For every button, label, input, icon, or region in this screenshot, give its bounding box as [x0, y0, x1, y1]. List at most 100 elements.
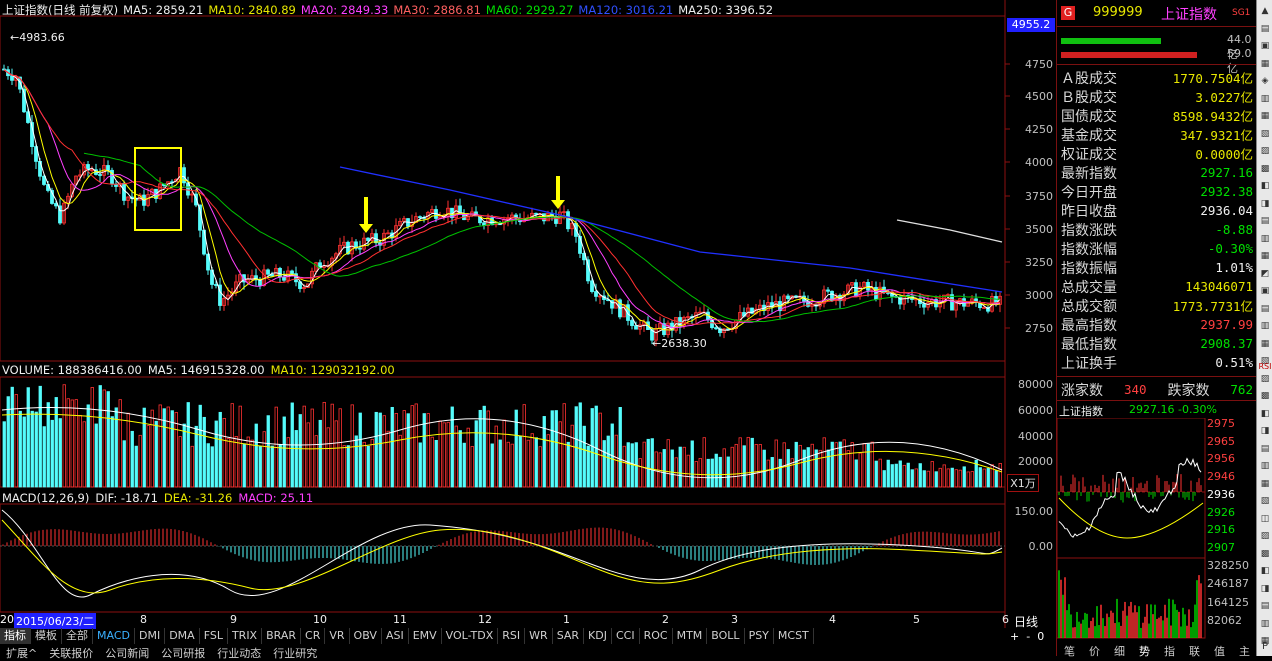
- toolbar-icon[interactable]: ▨: [1258, 529, 1272, 543]
- toolbar-icon[interactable]: ▩: [1258, 389, 1272, 403]
- mini-tab[interactable]: 细: [1107, 643, 1132, 658]
- zoom-zero[interactable]: 0: [1037, 630, 1044, 643]
- intraday-vol-tick: 82062: [1207, 614, 1242, 627]
- toolbar-icon[interactable]: ▤: [1258, 214, 1272, 228]
- tab-emv[interactable]: EMV: [409, 628, 442, 644]
- zoom-minus[interactable]: -: [1026, 630, 1030, 643]
- toolbar-icon[interactable]: ◨: [1258, 197, 1272, 211]
- intraday-tick: 2956: [1207, 452, 1235, 465]
- tab-mcst[interactable]: MCST: [774, 628, 814, 644]
- tab-mtm[interactable]: MTM: [673, 628, 708, 644]
- bottom-tab[interactable]: 公司新闻: [99, 645, 155, 660]
- tab-sar[interactable]: SAR: [553, 628, 585, 644]
- quote-value: 1770.7504亿: [1172, 71, 1253, 86]
- bottom-tab[interactable]: 行业动态: [211, 645, 267, 660]
- mini-tab[interactable]: 值: [1207, 643, 1232, 658]
- quote-value: 0.51%: [1215, 355, 1253, 370]
- quote-panel: G 999999 上证指数 SG1 44.0亿 59.0亿 Ａ股成交 1770.7…: [1056, 0, 1257, 658]
- toolbar-icon[interactable]: ◧: [1258, 564, 1272, 578]
- tab-brar[interactable]: BRAR: [262, 628, 302, 644]
- toolbar-icon[interactable]: ▥: [1258, 232, 1272, 246]
- zoom-plus[interactable]: +: [1010, 630, 1019, 643]
- quote-label: 最新指数: [1061, 165, 1117, 182]
- quote-row: 上证换手 0.51%: [1061, 353, 1253, 372]
- toolbar-icon[interactable]: ▦: [1258, 477, 1272, 491]
- toolbar-icon[interactable]: ▥: [1258, 459, 1272, 473]
- toolbar-label[interactable]: P: [1258, 640, 1272, 654]
- tab-cr[interactable]: CR: [301, 628, 326, 644]
- tab-roc[interactable]: ROC: [640, 628, 673, 644]
- quote-value: 2908.37: [1200, 336, 1253, 351]
- tab-dmi[interactable]: DMI: [135, 628, 166, 644]
- macd-dea: DEA: -31.26: [163, 491, 233, 505]
- bottom-tab[interactable]: 关联报价: [43, 645, 99, 660]
- toolbar-icon[interactable]: ◈: [1258, 74, 1272, 88]
- toolbar-icon[interactable]: ◧: [1258, 407, 1272, 421]
- tab-kdj[interactable]: KDJ: [584, 628, 612, 644]
- tab-cci[interactable]: CCI: [612, 628, 640, 644]
- sell-bar: [1061, 52, 1197, 58]
- tab-psy[interactable]: PSY: [745, 628, 774, 644]
- mini-tab[interactable]: 联: [1182, 643, 1207, 658]
- tab-全部[interactable]: 全部: [62, 628, 93, 644]
- tab-asi[interactable]: ASI: [382, 628, 409, 644]
- mini-tab[interactable]: 指: [1157, 643, 1182, 658]
- bottom-tab[interactable]: 公司研报: [155, 645, 211, 660]
- toolbar-label[interactable]: RSI: [1258, 360, 1272, 374]
- tab-trix[interactable]: TRIX: [228, 628, 263, 644]
- quote-value: 2937.99: [1200, 317, 1253, 332]
- bottom-tab[interactable]: 行业研究: [267, 645, 323, 660]
- toolbar-icon[interactable]: ◨: [1258, 582, 1272, 596]
- tab-dma[interactable]: DMA: [165, 628, 200, 644]
- mini-tab[interactable]: 笔: [1057, 643, 1082, 658]
- volume-tick: 60000: [1018, 404, 1053, 417]
- toolbar-icon[interactable]: ◨: [1258, 424, 1272, 438]
- toolbar-icon[interactable]: ◩: [1258, 267, 1272, 281]
- intraday-tick: 2926: [1207, 506, 1235, 519]
- toolbar-icon[interactable]: ▣: [1258, 39, 1272, 53]
- toolbar-icon[interactable]: ▦: [1258, 57, 1272, 71]
- tab-指标[interactable]: 指标: [0, 628, 31, 644]
- toolbar-icon[interactable]: ▥: [1258, 92, 1272, 106]
- toolbar-icon[interactable]: ▨: [1258, 144, 1272, 158]
- toolbar-icon[interactable]: ▦: [1258, 109, 1272, 123]
- mini-tab[interactable]: 势: [1132, 643, 1157, 658]
- toolbar-icon[interactable]: ▤: [1258, 302, 1272, 316]
- tab-wr[interactable]: WR: [525, 628, 553, 644]
- period-label[interactable]: 日线: [1014, 613, 1038, 630]
- toolbar-icon[interactable]: ▲: [1258, 4, 1272, 18]
- month-label: 12: [478, 613, 492, 626]
- tab-vol-tdx[interactable]: VOL-TDX: [442, 628, 499, 644]
- toolbar-icon[interactable]: ▧: [1258, 127, 1272, 141]
- toolbar-icon[interactable]: ◧: [1258, 179, 1272, 193]
- bottom-tab[interactable]: 扩展^: [0, 645, 43, 660]
- zoom-controls[interactable]: + - 0: [1010, 630, 1044, 643]
- tab-obv[interactable]: OBV: [350, 628, 382, 644]
- toolbar-icon[interactable]: ▧: [1258, 494, 1272, 508]
- mini-tab[interactable]: 主: [1232, 643, 1257, 658]
- toolbar-icon[interactable]: ▥: [1258, 617, 1272, 631]
- tab-vr[interactable]: VR: [325, 628, 350, 644]
- main-chart-canvas[interactable]: [0, 0, 1056, 628]
- toolbar-icon[interactable]: ▤: [1258, 442, 1272, 456]
- toolbar-icon[interactable]: ◫: [1258, 512, 1272, 526]
- tab-rsi[interactable]: RSI: [498, 628, 526, 644]
- toolbar-icon[interactable]: ▣: [1258, 284, 1272, 298]
- tab-模板[interactable]: 模板: [31, 628, 62, 644]
- tab-fsl[interactable]: FSL: [200, 628, 228, 644]
- toolbar-icon[interactable]: ▩: [1258, 547, 1272, 561]
- toolbar-icon[interactable]: ▤: [1258, 22, 1272, 36]
- toolbar-icon[interactable]: ▥: [1258, 319, 1272, 333]
- toolbar-icon[interactable]: ▩: [1258, 162, 1272, 176]
- volume-tick: 40000: [1018, 430, 1053, 443]
- toolbar-icon[interactable]: ▦: [1258, 337, 1272, 351]
- indicator-tabs: 指标 模板 全部 MACD DMI DMA FSL TRIX BRAR CR VR OBV ASI EMV…: [0, 628, 814, 644]
- tab-macd[interactable]: MACD: [93, 628, 135, 644]
- toolbar-icon[interactable]: ▤: [1258, 599, 1272, 613]
- quote-row: 指数涨跌 -8.88: [1061, 220, 1253, 239]
- tab-boll[interactable]: BOLL: [707, 628, 745, 644]
- up-label: 涨家数: [1061, 382, 1103, 399]
- toolbar-icon[interactable]: ▦: [1258, 249, 1272, 263]
- mini-value: 2927.16 -0.30%: [1129, 403, 1217, 416]
- mini-tab[interactable]: 价: [1082, 643, 1107, 658]
